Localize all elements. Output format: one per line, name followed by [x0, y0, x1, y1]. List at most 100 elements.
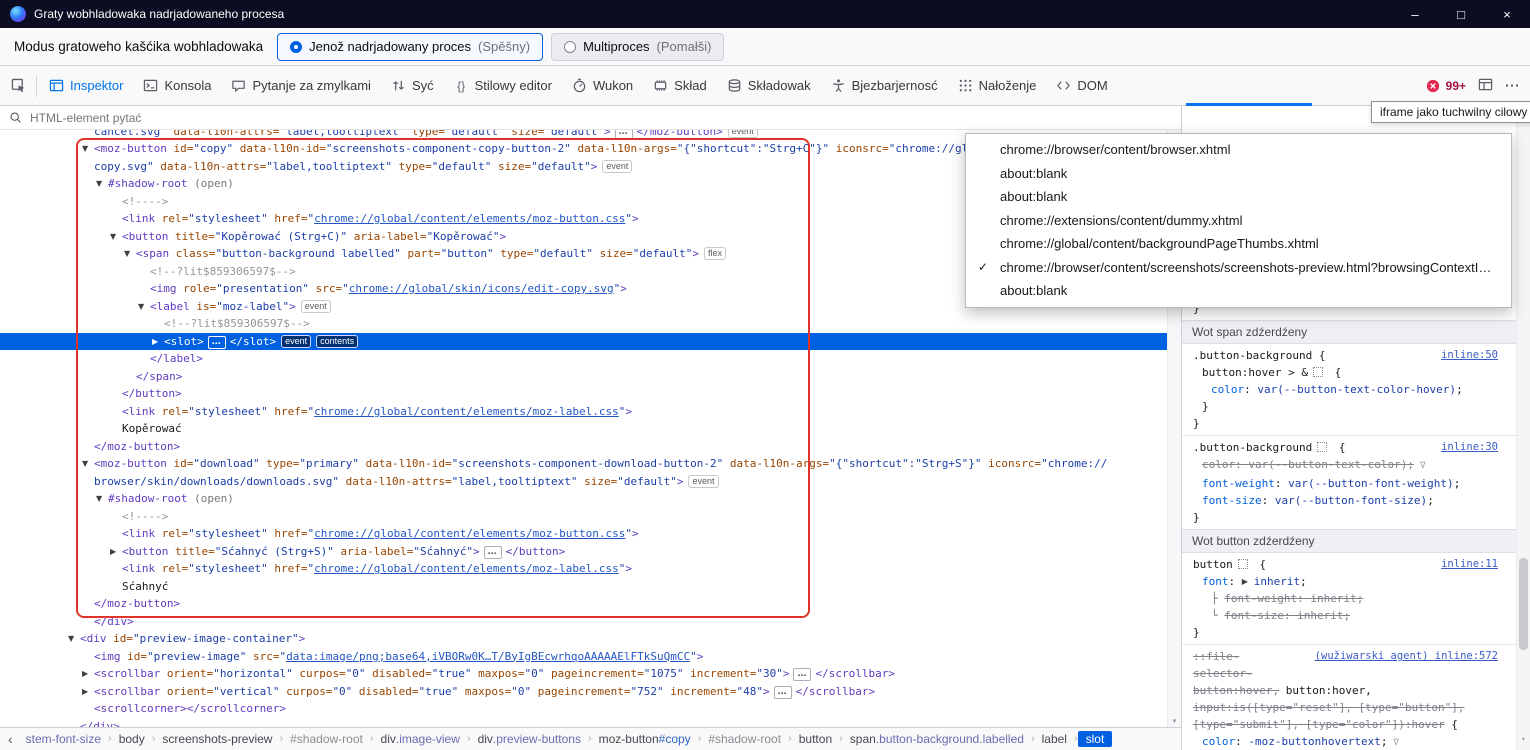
markup-line[interactable]: <!--?lit$859306597$--> [0, 315, 1181, 333]
expand-arrow[interactable]: ▶ [82, 683, 94, 701]
rule-line[interactable]: font-size: var(--button-font-size); [1182, 492, 1530, 509]
expand-arrow[interactable]: ▼ [82, 140, 94, 158]
frame-menu-item[interactable]: chrome://browser/content/browser.xhtml [966, 138, 1511, 162]
expand-arrow[interactable]: ▼ [138, 298, 150, 316]
inline-ellipsis[interactable]: … [484, 546, 502, 559]
breadcrumb-item[interactable]: div.preview-buttons [471, 731, 588, 747]
pick-element-button[interactable] [0, 66, 36, 105]
markup-line[interactable]: </label> [0, 350, 1181, 368]
link[interactable]: chrome://global/content/elements/moz-but… [314, 527, 625, 540]
expand-arrow[interactable]: ▼ [124, 245, 136, 263]
rule-line[interactable]: input:is([type="reset"], [type="button"]… [1182, 699, 1530, 716]
expand-arrow[interactable]: ▼ [110, 228, 122, 246]
expand-arrow[interactable]: ▼ [82, 455, 94, 473]
mode-option[interactable]: Jenož nadrjadowany proces(Spěšny) [277, 33, 543, 61]
expand-arrow[interactable]: ▼ [68, 630, 80, 648]
markup-line[interactable]: </moz-button> [0, 438, 1181, 456]
markup-line[interactable]: Sćahnyć [0, 578, 1181, 596]
breadcrumb-item[interactable]: button [792, 731, 839, 747]
markup-line[interactable]: ▼#shadow-root (open) [0, 490, 1181, 508]
tab-console[interactable]: Konsola [133, 66, 221, 105]
iframe-picker-button[interactable] [1478, 77, 1493, 95]
frame-menu-item[interactable]: chrome://global/content/backgroundPageTh… [966, 232, 1511, 256]
inline-ellipsis[interactable]: … [208, 336, 226, 349]
markup-line[interactable]: </moz-button> [0, 595, 1181, 613]
tab-performance[interactable]: Wukon [562, 66, 643, 105]
rules-scrollbar[interactable]: ▴ ▾ [1516, 106, 1530, 750]
rule-line[interactable]: color: var(--button-text-color-hover); [1182, 381, 1530, 398]
breadcrumb-item[interactable]: div.image-view [374, 731, 467, 747]
breadcrumb-item[interactable]: screenshots-preview [155, 731, 279, 747]
toolbox-menu-button[interactable]: ⋯ [1505, 78, 1520, 94]
rule-line[interactable]: inline:30.button-background { [1182, 439, 1530, 456]
markup-line[interactable]: </div> [0, 613, 1181, 631]
rule-line[interactable]: font-weight: var(--button-font-weight); [1182, 475, 1530, 492]
scroll-down-icon[interactable]: ▾ [1517, 731, 1530, 748]
rule-line[interactable]: button:hover > & { [1182, 364, 1530, 381]
rule-line[interactable]: inline:11button { [1182, 556, 1530, 573]
markup-line[interactable]: ▼<div id="preview-image-container"> [0, 630, 1181, 648]
breadcrumb-item[interactable]: label [1035, 731, 1074, 747]
mode-option[interactable]: Multiproces(Pomałši) [551, 33, 724, 61]
markup-line[interactable]: ▼<moz-button id="download" type="primary… [0, 455, 1181, 473]
breadcrumb-item[interactable]: stem-font-size [19, 731, 108, 747]
expand-arrow[interactable]: ▶ [110, 543, 122, 561]
link[interactable]: data:image/png;base64,iVBORw0K…T/ByIgBEc… [286, 650, 690, 663]
scrollbar-thumb[interactable] [1519, 558, 1528, 650]
rule-source-link[interactable]: inline:30 [1441, 439, 1498, 456]
markup-line[interactable]: <link rel="stylesheet" href="chrome://gl… [0, 403, 1181, 421]
tab-inspector[interactable]: Inspektor [39, 66, 133, 105]
breadcrumb-item[interactable]: #shadow-root [701, 731, 788, 747]
expand-arrow[interactable]: ▶ [152, 333, 164, 351]
frame-menu-item[interactable]: chrome://extensions/content/dummy.xhtml [966, 209, 1511, 233]
rule-line[interactable]: } [1182, 509, 1530, 526]
inline-ellipsis[interactable]: … [793, 668, 811, 681]
markup-line[interactable]: <link rel="stylesheet" href="chrome://gl… [0, 560, 1181, 578]
tab-memory[interactable]: Skład [643, 66, 717, 105]
link[interactable]: chrome://global/content/elements/moz-lab… [314, 562, 619, 575]
markup-line[interactable]: </div> [0, 718, 1181, 728]
tab-style-editor[interactable]: {}Stilowy editor [444, 66, 562, 105]
rule-line[interactable]: inline:50.button-background { [1182, 347, 1530, 364]
rule-line[interactable]: selector- [1182, 665, 1530, 682]
expand-arrow[interactable]: ▶ [82, 665, 94, 683]
rule-line[interactable]: [type="submit"], [type="color"]):hover { [1182, 716, 1530, 733]
tab-application[interactable]: Nałoženje [948, 66, 1047, 105]
rule-line[interactable]: └ font-size: inherit; [1182, 607, 1530, 624]
breadcrumb-item[interactable]: moz-button#copy [592, 731, 698, 747]
rule-source-link[interactable]: (wužiwarski agent) inline:572 [1315, 648, 1498, 665]
inline-ellipsis[interactable]: … [774, 686, 792, 699]
expand-arrow[interactable]: ▶ [1242, 573, 1254, 590]
expand-arrow[interactable]: ▼ [96, 175, 108, 193]
rule-line[interactable]: } [1182, 398, 1530, 415]
maximize-button[interactable]: □ [1438, 0, 1484, 28]
markup-line[interactable]: <scrollcorner></scrollcorner> [0, 700, 1181, 718]
rule-line[interactable]: } [1182, 624, 1530, 641]
markup-line[interactable]: browser/skin/downloads/downloads.svg" da… [0, 473, 1181, 491]
close-button[interactable]: × [1484, 0, 1530, 28]
minimize-button[interactable]: – [1392, 0, 1438, 28]
rule-source-link[interactable]: inline:50 [1441, 347, 1498, 364]
markup-line[interactable]: ▶<button title="Sćahnyć (Strg+S)" aria-l… [0, 543, 1181, 561]
frame-menu-item[interactable]: ✓chrome://browser/content/screenshots/sc… [966, 256, 1511, 280]
breadcrumb-item[interactable]: body [112, 731, 152, 747]
tab-network[interactable]: Syć [381, 66, 444, 105]
scroll-down-icon[interactable]: ▾ [1168, 717, 1181, 725]
search-input[interactable]: HTML-element pytać [30, 111, 141, 125]
markup-line[interactable]: </button> [0, 385, 1181, 403]
rule-line[interactable]: button:hover, button:hover, [1182, 682, 1530, 699]
rule-line[interactable]: color: var(--button-text-color);∇ [1182, 456, 1530, 475]
markup-line[interactable]: <!----> [0, 508, 1181, 526]
rule-source-link[interactable]: inline:11 [1441, 556, 1498, 573]
error-count-button[interactable]: 99+ [1426, 78, 1466, 93]
markup-line[interactable]: ▶<slot>…</slot>eventcontents [0, 333, 1181, 351]
frame-menu-item[interactable]: about:blank [966, 162, 1511, 186]
link[interactable]: chrome://global/content/elements/moz-but… [314, 212, 625, 225]
inline-ellipsis[interactable]: … [615, 130, 633, 139]
breadcrumb-item[interactable]: span.button-background.labelled [843, 731, 1031, 747]
rule-line[interactable]: (wužiwarski agent) inline:572::file- [1182, 648, 1530, 665]
search-bar[interactable]: HTML-element pytać [0, 106, 1181, 130]
link[interactable]: chrome://global/skin/icons/edit-copy.svg [349, 282, 614, 295]
rule-line[interactable]: color: -moz-buttonhovertext;∇ [1182, 733, 1530, 750]
rule-line[interactable]: font: ▶inherit; [1182, 573, 1530, 590]
